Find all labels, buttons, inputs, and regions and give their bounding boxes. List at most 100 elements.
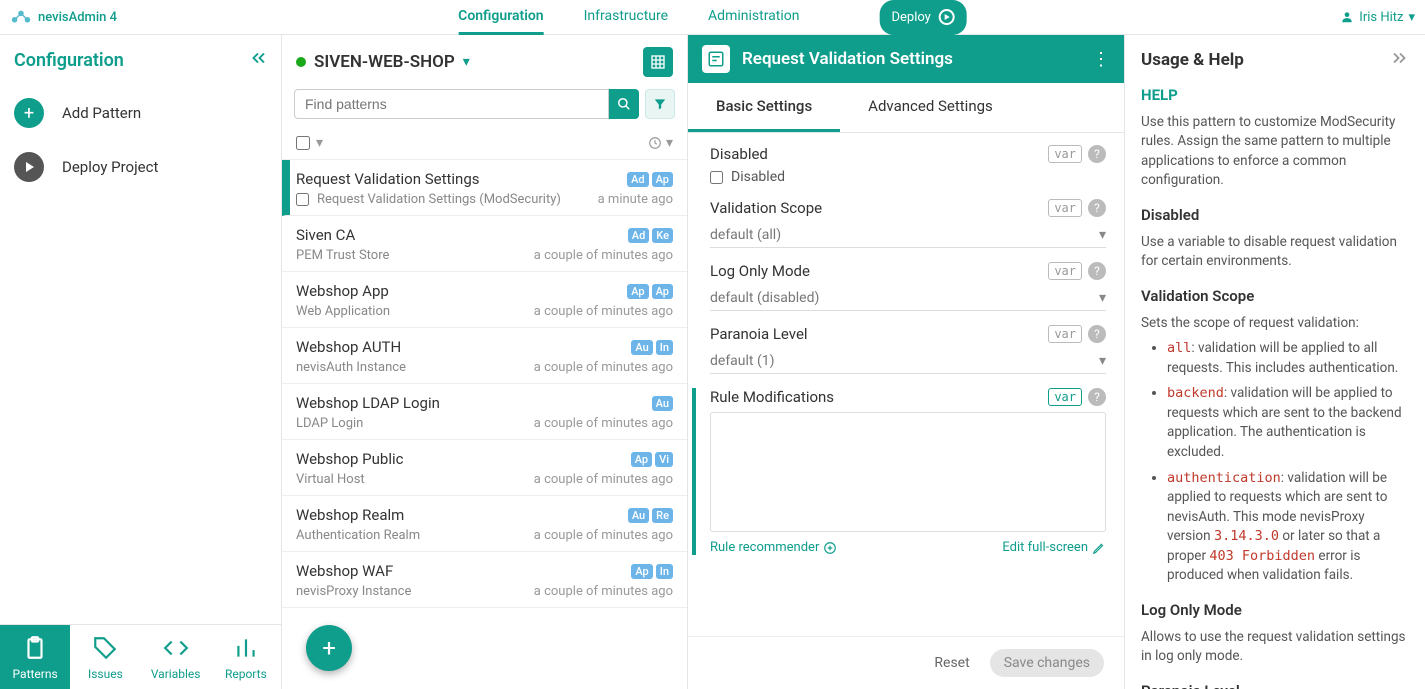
left-sidebar: Configuration + Add Pattern Deploy Proje…: [0, 35, 282, 689]
logonly-select[interactable]: default (disabled) ▾: [710, 286, 1106, 311]
brand[interactable]: nevisAdmin 4: [10, 9, 117, 25]
var-badge[interactable]: var: [1048, 325, 1082, 343]
help-icon[interactable]: ?: [1088, 145, 1106, 163]
chart-icon: [233, 635, 259, 661]
pattern-item[interactable]: Webshop LDAP Login Au LDAP Login a coupl…: [282, 384, 687, 440]
pattern-time: a couple of minutes ago: [534, 304, 673, 319]
help-icon[interactable]: ?: [1088, 262, 1106, 280]
badge: Ke: [652, 228, 673, 243]
paranoia-select[interactable]: default (1) ▾: [710, 349, 1106, 374]
pattern-title: Webshop Public: [296, 450, 631, 468]
collapse-sidebar-icon[interactable]: [249, 49, 267, 72]
pattern-item[interactable]: Webshop Public ApVi Virtual Host a coupl…: [282, 440, 687, 496]
pattern-badges: AuRe: [628, 508, 673, 523]
nav-configuration[interactable]: Configuration: [458, 0, 543, 35]
tab-issues[interactable]: Issues: [70, 625, 140, 689]
var-badge[interactable]: var: [1048, 199, 1082, 217]
form-body: Disabled var ? Disabled Validation Scope…: [688, 133, 1124, 636]
deploy-project-action[interactable]: Deploy Project: [0, 140, 281, 194]
deploy-button[interactable]: Deploy: [879, 0, 966, 35]
badge: Ap: [627, 284, 648, 299]
user-menu[interactable]: Iris Hitz ▾: [1340, 10, 1415, 25]
filter-button[interactable]: [645, 89, 675, 119]
badge: Ap: [631, 452, 652, 467]
chevron-down-icon: ▾: [1099, 227, 1106, 243]
badge: Ap: [631, 564, 652, 579]
help-scope-auth: authentication: validation will be appli…: [1167, 469, 1409, 586]
pattern-time: a couple of minutes ago: [534, 248, 673, 263]
help-scope-backend: backend: validation will be applied to r…: [1167, 384, 1409, 462]
badge: In: [656, 564, 673, 579]
badge: Re: [652, 508, 673, 523]
clock-icon: [648, 136, 662, 150]
help-scope-list: all: validation will be applied to all r…: [1141, 339, 1409, 586]
pattern-item[interactable]: Webshop Realm AuRe Authentication Realm …: [282, 496, 687, 552]
tab-basic-settings[interactable]: Basic Settings: [688, 83, 840, 132]
select-dropdown-icon[interactable]: ▾: [316, 135, 323, 151]
top-nav: Configuration Infrastructure Administrat…: [458, 0, 967, 35]
nav-administration[interactable]: Administration: [708, 0, 799, 35]
var-badge[interactable]: var: [1048, 262, 1082, 280]
pattern-item[interactable]: Siven CA AdKe PEM Trust Store a couple o…: [282, 216, 687, 272]
pattern-item[interactable]: Webshop WAF ApIn nevisProxy Instance a c…: [282, 552, 687, 608]
pattern-subtitle: nevisProxy Instance: [296, 584, 534, 599]
badge: Au: [652, 396, 673, 411]
chevron-down-icon: ▾: [666, 135, 673, 151]
tab-variables[interactable]: Variables: [141, 625, 211, 689]
project-dropdown-icon[interactable]: ▾: [463, 54, 470, 70]
search-input[interactable]: [294, 89, 609, 119]
chevron-down-icon: ▾: [1099, 290, 1106, 306]
sidebar-header: Configuration: [0, 35, 281, 86]
badge: Ap: [652, 284, 673, 299]
pattern-item[interactable]: Webshop AUTH AuIn nevisAuth Instance a c…: [282, 328, 687, 384]
pattern-title: Webshop AUTH: [296, 338, 631, 356]
topbar: nevisAdmin 4 Configuration Infrastructur…: [0, 0, 1425, 35]
help-icon[interactable]: ?: [1088, 325, 1106, 343]
scope-select[interactable]: default (all) ▾: [710, 223, 1106, 248]
field-log-only: Log Only Mode var ? default (disabled) ▾: [710, 262, 1106, 311]
expand-help-icon[interactable]: [1391, 49, 1409, 71]
badge: Au: [628, 508, 649, 523]
settings-panel: Request Validation Settings ⋮ Basic Sett…: [688, 35, 1125, 689]
settings-menu-button[interactable]: ⋮: [1092, 49, 1110, 70]
search-button[interactable]: [609, 89, 639, 119]
settings-tabs: Basic Settings Advanced Settings: [688, 83, 1124, 133]
help-disabled-heading: Disabled: [1141, 205, 1409, 227]
nav-infrastructure[interactable]: Infrastructure: [584, 0, 668, 35]
tag-icon: [92, 635, 118, 661]
pattern-item[interactable]: Webshop App ApAp Web Application a coupl…: [282, 272, 687, 328]
pattern-item[interactable]: Request Validation Settings AdAp Request…: [282, 160, 687, 216]
help-icon[interactable]: ?: [1088, 199, 1106, 217]
save-button[interactable]: Save changes: [990, 649, 1104, 677]
edit-fullscreen-link[interactable]: Edit full-screen: [1002, 540, 1106, 555]
tab-reports[interactable]: Reports: [211, 625, 281, 689]
sort-by-time[interactable]: ▾: [648, 135, 673, 151]
rule-recommender-link[interactable]: Rule recommender: [710, 540, 837, 555]
tab-patterns[interactable]: Patterns: [0, 625, 70, 689]
deploy-project-label: Deploy Project: [62, 158, 158, 176]
pattern-subtitle: Authentication Realm: [296, 528, 534, 543]
tab-advanced-settings[interactable]: Advanced Settings: [840, 83, 1021, 132]
pattern-checkbox[interactable]: [296, 193, 309, 206]
settings-type-icon: [702, 45, 730, 73]
help-icon[interactable]: ?: [1088, 388, 1106, 406]
select-all-checkbox[interactable]: [296, 136, 310, 150]
help-logonly-text: Allows to use the request validation set…: [1141, 628, 1409, 667]
reset-button[interactable]: Reset: [934, 655, 969, 671]
grid-icon: [650, 54, 666, 70]
disabled-checkbox[interactable]: [710, 171, 723, 184]
plus-icon: +: [14, 98, 44, 128]
var-badge[interactable]: var: [1048, 145, 1082, 163]
badge: Au: [631, 340, 652, 355]
field-disabled: Disabled var ? Disabled: [710, 145, 1106, 185]
var-badge[interactable]: var: [1048, 388, 1082, 406]
rule-modifications-textarea[interactable]: [710, 412, 1106, 532]
badge: Ad: [627, 172, 649, 187]
grid-view-button[interactable]: [643, 47, 673, 77]
help-header-title: Usage & Help: [1141, 50, 1244, 70]
add-pattern-action[interactable]: + Add Pattern: [0, 86, 281, 140]
disabled-checkbox-row[interactable]: Disabled: [710, 169, 1106, 185]
add-pattern-fab[interactable]: +: [306, 625, 352, 671]
plus-circle-icon: [823, 541, 837, 555]
help-scope-all: all: validation will be applied to all r…: [1167, 339, 1409, 378]
